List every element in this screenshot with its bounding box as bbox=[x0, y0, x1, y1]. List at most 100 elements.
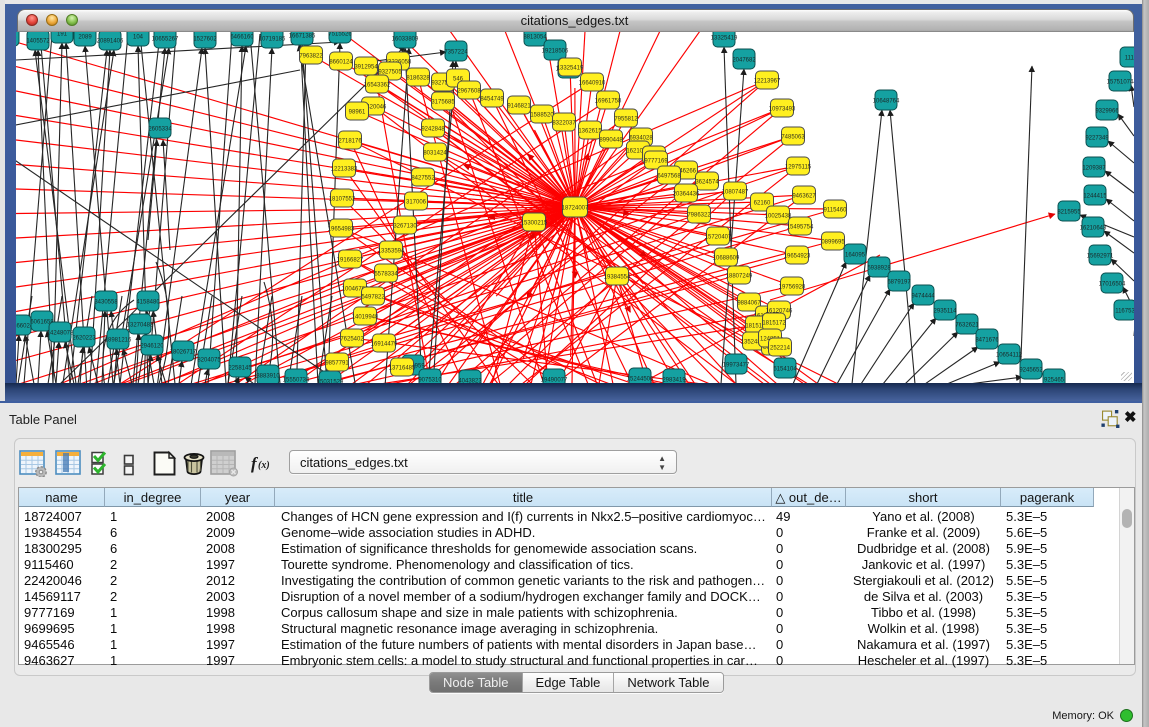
svg-text:8990448: 8990448 bbox=[599, 138, 623, 144]
svg-text:116753: 116753 bbox=[1115, 309, 1134, 315]
svg-text:9857791: 9857791 bbox=[325, 361, 349, 367]
svg-text:18807249: 18807249 bbox=[726, 274, 753, 280]
svg-text:13353594: 13353594 bbox=[378, 249, 405, 255]
svg-text:16210643: 16210643 bbox=[1080, 226, 1107, 232]
svg-text:18724007: 18724007 bbox=[562, 206, 589, 212]
svg-text:5938928: 5938928 bbox=[867, 266, 891, 272]
svg-text:3267130: 3267130 bbox=[393, 224, 417, 230]
svg-text:10648764: 10648764 bbox=[873, 99, 900, 105]
svg-text:15720407: 15720407 bbox=[705, 235, 732, 241]
svg-text:18026717: 18026717 bbox=[170, 350, 197, 356]
svg-text:2089: 2089 bbox=[78, 35, 92, 41]
svg-text:4043823: 4043823 bbox=[458, 379, 482, 384]
svg-text:19756928: 19756928 bbox=[779, 285, 806, 291]
svg-text:20891406: 20891406 bbox=[97, 39, 124, 45]
svg-text:62160: 62160 bbox=[754, 201, 771, 207]
svg-text:8204075: 8204075 bbox=[197, 358, 221, 364]
svg-text:16961758: 16961758 bbox=[595, 99, 622, 105]
svg-text:6879197: 6879197 bbox=[887, 280, 911, 286]
svg-text:164095: 164095 bbox=[845, 253, 866, 259]
svg-text:9777169: 9777169 bbox=[644, 159, 668, 165]
svg-text:14248078: 14248078 bbox=[47, 331, 74, 337]
svg-text:15692971: 15692971 bbox=[1087, 254, 1114, 260]
svg-text:2047682: 2047682 bbox=[732, 58, 756, 64]
svg-text:19166827: 19166827 bbox=[337, 258, 364, 264]
svg-text:3624574: 3624574 bbox=[695, 180, 719, 186]
svg-text:8660124: 8660124 bbox=[329, 60, 353, 66]
svg-text:1588520: 1588520 bbox=[530, 113, 554, 119]
svg-text:8031424: 8031424 bbox=[423, 151, 447, 157]
svg-text:12213383: 12213383 bbox=[331, 167, 358, 173]
svg-text:15751074: 15751074 bbox=[1107, 80, 1134, 86]
svg-text:12975115: 12975115 bbox=[785, 165, 812, 171]
svg-text:3175685: 3175685 bbox=[431, 100, 455, 106]
svg-text:15300215: 15300215 bbox=[521, 221, 548, 227]
svg-text:2946120: 2946120 bbox=[140, 344, 164, 350]
svg-text:15550734: 15550734 bbox=[283, 378, 310, 384]
svg-text:7485063: 7485063 bbox=[781, 135, 805, 141]
svg-text:9474444: 9474444 bbox=[911, 294, 935, 300]
svg-text:10025438: 10025438 bbox=[765, 214, 792, 220]
svg-text:317006: 317006 bbox=[406, 200, 427, 206]
svg-text:9227349: 9227349 bbox=[1085, 136, 1109, 142]
svg-text:8215955: 8215955 bbox=[1057, 210, 1081, 216]
svg-text:7515526: 7515526 bbox=[328, 32, 352, 38]
svg-text:13325419: 13325419 bbox=[557, 66, 584, 72]
svg-text:18107552: 18107552 bbox=[329, 197, 356, 203]
svg-text:2718176: 2718176 bbox=[338, 139, 362, 145]
svg-text:15031529: 15031529 bbox=[317, 380, 344, 384]
svg-text:5578334: 5578334 bbox=[374, 272, 398, 278]
svg-text:0899695: 0899695 bbox=[821, 240, 845, 246]
svg-text:19654983: 19654983 bbox=[328, 227, 355, 233]
svg-text:10807487: 10807487 bbox=[722, 190, 749, 196]
svg-text:19654923: 19654923 bbox=[784, 254, 811, 260]
svg-text:13325419: 13325419 bbox=[711, 36, 738, 42]
svg-text:16914479: 16914479 bbox=[371, 342, 398, 348]
svg-text:3430558: 3430558 bbox=[94, 300, 118, 306]
svg-text:13716485: 13716485 bbox=[389, 366, 416, 372]
svg-text:8813054: 8813054 bbox=[523, 35, 547, 41]
svg-text:9115460: 9115460 bbox=[824, 208, 848, 214]
svg-text:191: 191 bbox=[57, 32, 68, 38]
svg-text:1362615: 1362615 bbox=[578, 129, 602, 135]
svg-text:2620223: 2620223 bbox=[72, 336, 96, 342]
svg-text:2605334: 2605334 bbox=[148, 127, 172, 133]
svg-text:10655267: 10655267 bbox=[152, 37, 179, 43]
svg-text:7357224: 7357224 bbox=[444, 50, 468, 56]
svg-text:10973493: 10973493 bbox=[769, 107, 796, 113]
svg-text:7963822: 7963822 bbox=[299, 54, 323, 60]
svg-text:3912954: 3912954 bbox=[354, 65, 378, 71]
svg-text:7625402: 7625402 bbox=[340, 337, 364, 343]
svg-text:15244500: 15244500 bbox=[627, 377, 654, 383]
svg-text:7632621: 7632621 bbox=[955, 323, 979, 329]
svg-text:2935114: 2935114 bbox=[934, 309, 958, 315]
svg-text:4158480: 4158480 bbox=[136, 300, 160, 306]
svg-text:10688609: 10688609 bbox=[713, 256, 740, 262]
svg-text:10654112: 10654112 bbox=[996, 353, 1023, 359]
svg-text:5497822: 5497822 bbox=[361, 295, 385, 301]
svg-text:1527602: 1527602 bbox=[193, 37, 217, 43]
svg-text:1815172: 1815172 bbox=[762, 321, 786, 327]
svg-text:9245652: 9245652 bbox=[1019, 368, 1043, 374]
svg-text:9884067: 9884067 bbox=[737, 301, 761, 307]
svg-text:1405572: 1405572 bbox=[26, 39, 50, 45]
svg-text:8322037: 8322037 bbox=[552, 121, 576, 127]
svg-text:19218506: 19218506 bbox=[542, 49, 569, 55]
svg-text:7955812: 7955812 bbox=[614, 117, 638, 123]
svg-text:98961: 98961 bbox=[349, 110, 366, 116]
svg-text:1209387: 1209387 bbox=[1082, 166, 1106, 172]
svg-text:16640910: 16640910 bbox=[579, 81, 606, 87]
svg-text:19384554: 19384554 bbox=[604, 275, 631, 281]
svg-text:12213967: 12213967 bbox=[754, 79, 781, 85]
svg-text:16671385: 16671385 bbox=[289, 34, 316, 40]
svg-text:3883910: 3883910 bbox=[256, 374, 280, 380]
svg-text:9329966: 9329966 bbox=[1095, 109, 1119, 115]
svg-text:19973477: 19973477 bbox=[723, 363, 750, 369]
svg-text:16543362: 16543362 bbox=[364, 83, 391, 89]
svg-text:9075310: 9075310 bbox=[418, 378, 442, 384]
svg-text:8427552: 8427552 bbox=[411, 176, 435, 182]
svg-text:5154104: 5154104 bbox=[773, 367, 797, 373]
svg-text:2967608: 2967608 bbox=[457, 89, 481, 95]
svg-text:8454749: 8454749 bbox=[480, 97, 504, 103]
svg-text:10719185: 10719185 bbox=[259, 37, 286, 43]
